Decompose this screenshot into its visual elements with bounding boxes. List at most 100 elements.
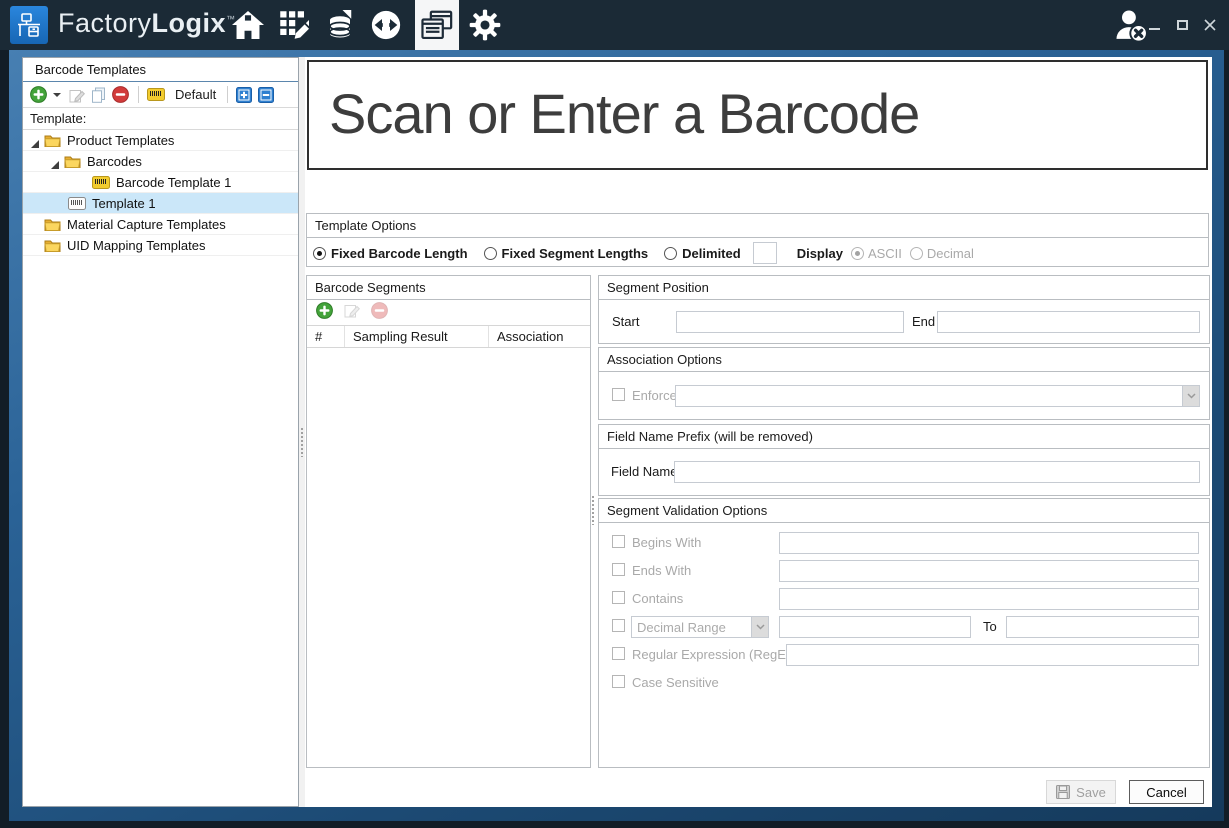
segments-toolbar [307,300,590,326]
templates-icon[interactable] [415,0,459,50]
range-from-input[interactable] [779,616,971,638]
display-ascii-radio[interactable] [851,247,864,260]
begins-with-input[interactable] [779,532,1199,554]
toolbar-separator [227,86,228,103]
display-decimal-label: Decimal [927,246,974,261]
save-button[interactable]: Save [1046,780,1116,804]
tree-item-barcode-template-1[interactable]: Barcode Template 1 [23,172,298,193]
barcode-template-icon-gray [68,197,86,210]
ends-with-label: Ends With [632,563,691,578]
enforce-checkbox[interactable] [612,388,625,401]
tree-item-template-1-selected[interactable]: Template 1 [23,193,298,214]
column-sampling-result[interactable]: Sampling Result [345,326,489,347]
panel-splitter[interactable] [591,495,596,525]
maximize-button[interactable] [1175,18,1189,32]
materials-database-icon[interactable] [318,0,362,50]
tree-item-uid-mapping-templates[interactable]: UID Mapping Templates [23,235,298,256]
copy-template-icon[interactable] [91,87,106,103]
display-decimal-radio[interactable] [910,247,923,260]
template-tree: Product Templates Barcodes Barcode Templ… [23,130,298,256]
barcode-segments-group: Barcode Segments # Sampling Result Assoc… [306,275,591,768]
tree-item-material-capture-templates[interactable]: Material Capture Templates [23,214,298,235]
expander-icon[interactable] [31,136,39,144]
minimize-button[interactable] [1147,18,1161,32]
tree-item-barcodes[interactable]: Barcodes [23,151,298,172]
ends-with-input[interactable] [779,560,1199,582]
column-number[interactable]: # [307,326,345,347]
edit-template-icon[interactable] [69,87,85,103]
start-input[interactable] [676,311,904,333]
field-name-label: Field Name [611,464,677,479]
ends-with-checkbox[interactable] [612,563,625,576]
delimited-label: Delimited [682,246,741,261]
expander-spacer [31,241,39,249]
add-dropdown-caret-icon[interactable] [53,93,61,97]
regex-checkbox[interactable] [612,647,625,660]
segments-table-body [307,348,590,768]
fixed-segment-lengths-radio[interactable] [484,247,497,260]
template-options-group: Template Options Fixed Barcode Length Fi… [306,213,1209,267]
fixed-barcode-length-label: Fixed Barcode Length [331,246,468,261]
production-edit-icon[interactable] [272,0,316,50]
field-name-prefix-header: Field Name Prefix (will be removed) [599,425,1209,449]
delete-segment-icon[interactable] [371,302,388,324]
close-button[interactable] [1203,18,1217,32]
regex-input[interactable] [786,644,1199,666]
range-type-dropdown[interactable]: Decimal Range [631,616,769,638]
edit-segment-icon[interactable] [344,302,360,323]
end-input[interactable] [937,311,1200,333]
fixed-barcode-length-radio[interactable] [313,247,326,260]
contains-input[interactable] [779,588,1199,610]
expander-spacer [31,220,39,228]
home-icon[interactable] [226,0,270,50]
save-floppy-icon [1056,785,1070,799]
range-type-value: Decimal Range [632,620,751,635]
add-template-icon[interactable] [30,86,47,103]
start-label: Start [612,314,639,329]
app-title-regular: Factory [58,8,152,38]
barcode-scan-input[interactable]: Scan or Enter a Barcode [307,60,1208,170]
sync-icon[interactable] [364,0,408,50]
contains-label: Contains [632,591,683,606]
column-association[interactable]: Association [489,326,590,347]
range-to-input[interactable] [1006,616,1199,638]
splitter-grip-icon [300,427,304,457]
window-frame: Barcode Templates Default [9,50,1224,821]
expand-all-icon[interactable] [236,87,252,103]
default-label: Default [175,87,216,102]
delete-template-icon[interactable] [112,86,129,103]
field-name-input[interactable] [674,461,1200,483]
association-dropdown[interactable] [675,385,1200,407]
barcode-segments-header: Barcode Segments [307,276,590,300]
range-checkbox[interactable] [612,619,625,632]
tree-item-product-templates[interactable]: Product Templates [23,130,298,151]
user-logout-icon[interactable] [1113,7,1149,43]
expander-icon[interactable] [51,157,59,165]
tree-item-label: Template 1 [92,196,156,211]
collapse-all-icon[interactable] [258,87,274,103]
segment-position-group: Segment Position Start End [598,275,1210,344]
toolbar-separator [138,86,139,103]
delimiter-input[interactable] [753,242,777,264]
end-label: End [912,314,935,329]
case-sensitive-label: Case Sensitive [632,675,719,690]
app-title: FactoryLogix™ [58,8,236,39]
segment-position-header: Segment Position [599,276,1209,300]
display-label: Display [797,246,843,261]
content-area: Barcode Templates Default [22,57,1212,807]
dropdown-chevron-icon[interactable] [751,617,768,637]
folder-icon [44,218,61,231]
contains-checkbox[interactable] [612,591,625,604]
tree-item-label: UID Mapping Templates [67,238,206,253]
display-ascii-label: ASCII [868,246,902,261]
cancel-button[interactable]: Cancel [1129,780,1204,804]
settings-gear-icon[interactable] [463,0,507,50]
enforce-label: Enforce [632,388,677,403]
begins-with-checkbox[interactable] [612,535,625,548]
case-sensitive-checkbox[interactable] [612,675,625,688]
delimited-radio[interactable] [664,247,677,260]
barcode-scan-prompt: Scan or Enter a Barcode [309,62,1206,166]
dropdown-chevron-icon[interactable] [1182,386,1199,406]
range-to-label: To [983,619,997,634]
add-segment-icon[interactable] [316,302,333,324]
